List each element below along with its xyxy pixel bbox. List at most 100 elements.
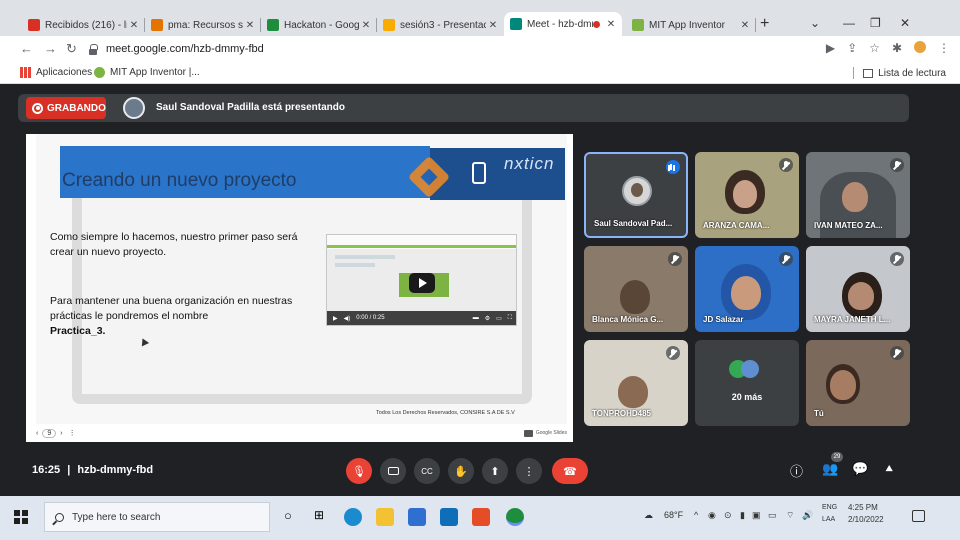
- tab-meet[interactable]: Meet - hzb-dmmy ✕: [504, 12, 622, 36]
- wifi-icon[interactable]: ⌔: [786, 510, 794, 521]
- play-small-icon[interactable]: ▶: [333, 315, 338, 322]
- present-button[interactable]: ⬆: [482, 458, 508, 484]
- subtitles-icon[interactable]: ▬: [473, 315, 479, 321]
- slide-menu-icon[interactable]: ⋮: [69, 429, 76, 437]
- edge-icon[interactable]: [344, 508, 362, 526]
- close-tab-icon[interactable]: ✕: [738, 20, 752, 31]
- embedded-video[interactable]: ▶ ◀) 0:00 / 0:25 ▬ ⚙ ▭ ⛶: [326, 234, 517, 326]
- bookmark-appinventor[interactable]: MIT App Inventor |...: [94, 67, 200, 78]
- task-view-icon[interactable]: ⊞: [314, 508, 332, 526]
- captions-button[interactable]: CC: [414, 458, 440, 484]
- tab-drive[interactable]: Hackaton - Google Dri ✕: [261, 14, 377, 36]
- next-slide-icon[interactable]: ›: [60, 430, 62, 437]
- participant-tile[interactable]: MAYRA JANETH L...: [806, 246, 910, 332]
- more-options-button[interactable]: ⋮: [516, 458, 542, 484]
- language-code: ENG: [822, 504, 838, 511]
- chat-icon[interactable]: 💬: [852, 461, 868, 477]
- meeting-time: 16:25: [32, 464, 61, 476]
- chrome-icon[interactable]: [506, 508, 524, 526]
- reload-icon[interactable]: ↻: [66, 41, 77, 57]
- people-icon[interactable]: 👥: [822, 461, 838, 477]
- fullscreen-icon[interactable]: ⛶: [508, 315, 512, 322]
- self-tile[interactable]: Tú: [806, 340, 910, 426]
- cortana-icon[interactable]: ○: [284, 508, 302, 526]
- language-indicator[interactable]: ENG LAA: [822, 502, 837, 526]
- captions-icon: CC: [421, 466, 433, 476]
- recording-badge[interactable]: GRABANDO: [26, 97, 106, 119]
- close-tab-icon[interactable]: ✕: [243, 20, 257, 31]
- extensions-icon[interactable]: ✱: [892, 41, 902, 55]
- tab-gmail[interactable]: Recibidos (216) - lreye ✕: [22, 14, 145, 36]
- slide-paragraph-1: Como siempre lo hacemos, nuestro primer …: [50, 231, 298, 258]
- microphone-button[interactable]: 🎙: [346, 458, 372, 484]
- apps-grid-icon: [20, 67, 31, 78]
- recording-banner: GRABANDO Saul Sandoval Padilla está pres…: [18, 94, 909, 122]
- participant-tile[interactable]: JD Salazar: [695, 246, 799, 332]
- participant-face: [733, 180, 757, 208]
- participant-tile[interactable]: TONPROHD485: [584, 340, 688, 426]
- tab-appinventor[interactable]: MIT App Inventor ✕: [626, 14, 756, 36]
- store-icon[interactable]: [408, 508, 426, 526]
- raise-hand-button[interactable]: ✋: [448, 458, 474, 484]
- taskbar-search[interactable]: Type here to search: [44, 502, 270, 532]
- close-tab-icon[interactable]: ✕: [359, 20, 373, 31]
- logo-pane: [14, 510, 20, 516]
- prev-slide-icon[interactable]: ‹: [36, 430, 38, 437]
- notifications-icon[interactable]: [912, 510, 925, 522]
- more-participants-tile[interactable]: 20 más: [695, 340, 799, 426]
- activities-icon[interactable]: ⯅: [884, 461, 894, 477]
- weather-temp[interactable]: 68°F: [664, 510, 683, 520]
- menu-icon[interactable]: ⋮: [938, 41, 950, 55]
- tray-app-icon[interactable]: ◉: [708, 510, 716, 521]
- volume-icon[interactable]: ◀): [344, 315, 351, 322]
- play-icon[interactable]: [409, 273, 435, 293]
- bookmarks-bar: Aplicaciones MIT App Inventor |... Lista…: [0, 62, 960, 84]
- tray-app-icon[interactable]: ▮: [740, 510, 745, 521]
- reading-list[interactable]: Lista de lectura: [853, 67, 946, 79]
- mit-app-inventor-icon: [94, 67, 105, 78]
- share-icon[interactable]: ⇪: [847, 41, 857, 55]
- close-tab-icon[interactable]: ✕: [127, 20, 141, 31]
- mail-icon[interactable]: [440, 508, 458, 526]
- clock-date: 2/10/2022: [848, 515, 884, 524]
- volume-icon[interactable]: 🔊: [802, 510, 813, 521]
- leave-call-button[interactable]: ☎: [552, 458, 588, 484]
- bookmark-apps[interactable]: Aplicaciones: [20, 67, 92, 78]
- participant-tile[interactable]: Saul Sandoval Pad...: [584, 152, 688, 238]
- cast-icon[interactable]: ▭: [496, 315, 502, 322]
- camera-button[interactable]: [380, 458, 406, 484]
- profile-avatar[interactable]: [914, 41, 926, 53]
- camera-icon[interactable]: ▶: [826, 41, 835, 55]
- tray-app-icon[interactable]: ⊙: [724, 510, 732, 521]
- tab-slides[interactable]: sesión3 - Presentación ✕: [377, 14, 504, 36]
- close-tab-icon[interactable]: ✕: [486, 20, 500, 31]
- tab-search-icon[interactable]: ⌄: [810, 16, 820, 30]
- forward-icon[interactable]: →: [44, 41, 57, 56]
- office-icon[interactable]: [472, 508, 490, 526]
- tab-recursos[interactable]: pma: Recursos sonidos ✕: [145, 14, 261, 36]
- minimize-icon[interactable]: —: [843, 16, 855, 30]
- shared-presentation: Creando un nuevo proyecto nxticn Como si…: [26, 134, 573, 442]
- file-explorer-icon[interactable]: [376, 508, 394, 526]
- participant-tile[interactable]: Blanca Mónica G...: [584, 246, 688, 332]
- close-tab-icon[interactable]: ✕: [604, 19, 618, 30]
- taskbar-clock[interactable]: 4:25 PM 2/10/2022: [848, 502, 884, 526]
- restore-icon[interactable]: ❐: [870, 16, 881, 30]
- address-bar[interactable]: meet.google.com/hzb-dmmy-fbd: [88, 39, 778, 59]
- search-placeholder: Type here to search: [72, 511, 161, 523]
- participant-tile[interactable]: ARANZA CAMA...: [695, 152, 799, 238]
- settings-icon[interactable]: ⚙: [485, 315, 490, 322]
- new-tab-button[interactable]: +: [760, 15, 769, 33]
- back-icon[interactable]: ←: [20, 41, 33, 56]
- close-window-icon[interactable]: ✕: [900, 16, 910, 30]
- battery-icon[interactable]: ▭: [768, 510, 777, 521]
- tray-arrow-icon[interactable]: ^: [694, 510, 698, 520]
- tray-app-icon[interactable]: ▣: [752, 510, 761, 521]
- meeting-details-icon[interactable]: ⓘ: [790, 461, 803, 480]
- bookmark-star-icon[interactable]: ☆: [869, 41, 880, 55]
- page-number[interactable]: 9: [42, 428, 57, 438]
- tab-title: Meet - hzb-dmmy: [527, 18, 593, 30]
- participant-tile[interactable]: IVAN MATEO ZA...: [806, 152, 910, 238]
- weather-icon[interactable]: ☁: [644, 510, 653, 521]
- windows-start-icon[interactable]: [14, 510, 28, 524]
